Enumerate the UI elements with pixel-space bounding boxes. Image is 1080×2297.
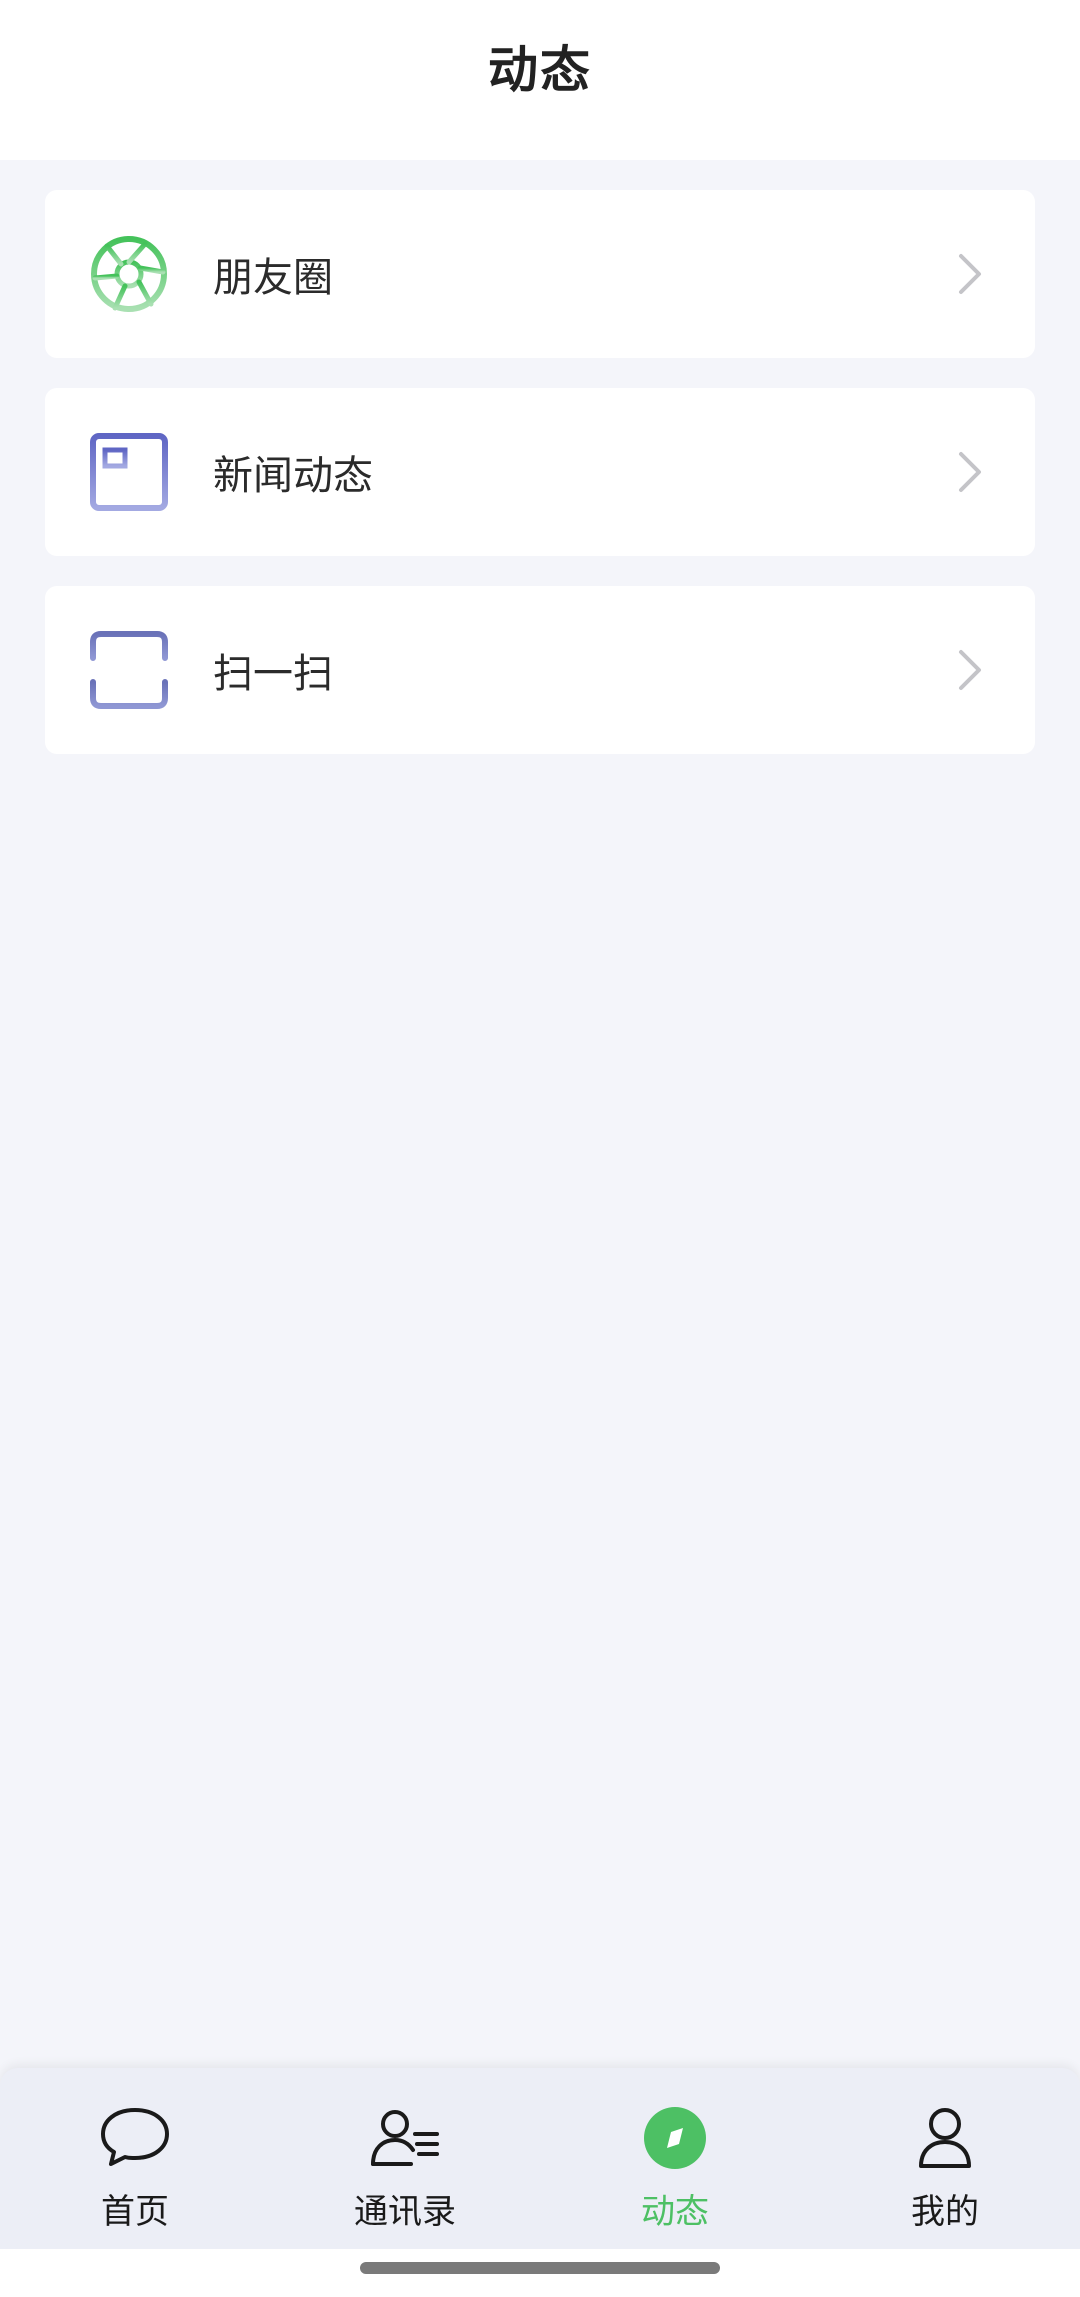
menu-item-label: 新闻动态 bbox=[213, 453, 373, 499]
chevron-right-icon bbox=[959, 452, 981, 492]
tab-label: 首页 bbox=[101, 2192, 169, 2232]
chevron-right-icon bbox=[959, 650, 981, 690]
person-icon bbox=[907, 2104, 983, 2172]
tab-profile[interactable]: 我的 bbox=[810, 2068, 1080, 2249]
page-title: 动态 bbox=[488, 41, 592, 99]
home-indicator[interactable] bbox=[360, 2262, 720, 2274]
aperture-icon bbox=[89, 234, 169, 314]
tab-moments[interactable]: 动态 bbox=[540, 2068, 810, 2249]
menu-item-scan[interactable]: 扫一扫 bbox=[45, 586, 1035, 754]
menu-item-label: 扫一扫 bbox=[213, 651, 333, 697]
menu-item-news[interactable]: 新闻动态 bbox=[45, 388, 1035, 556]
tab-home[interactable]: 首页 bbox=[0, 2068, 270, 2249]
header: 动态 bbox=[0, 0, 1080, 160]
contacts-icon bbox=[367, 2104, 443, 2172]
newspaper-icon bbox=[89, 432, 169, 512]
menu-item-moments[interactable]: 朋友圈 bbox=[45, 190, 1035, 358]
chevron-right-icon bbox=[959, 254, 981, 294]
menu-list: 朋友圈 新闻动态 扫一扫 bbox=[45, 190, 1035, 784]
tab-contacts[interactable]: 通讯录 bbox=[270, 2068, 540, 2249]
scan-icon bbox=[89, 630, 169, 710]
tab-label: 通讯录 bbox=[354, 2192, 456, 2232]
bottom-tab-bar: 首页 通讯录 动态 我的 bbox=[0, 2068, 1080, 2249]
compass-icon bbox=[637, 2104, 713, 2172]
chat-bubble-icon bbox=[97, 2104, 173, 2172]
tab-label: 动态 bbox=[641, 2192, 709, 2232]
tab-label: 我的 bbox=[911, 2192, 979, 2232]
menu-item-label: 朋友圈 bbox=[213, 255, 333, 301]
